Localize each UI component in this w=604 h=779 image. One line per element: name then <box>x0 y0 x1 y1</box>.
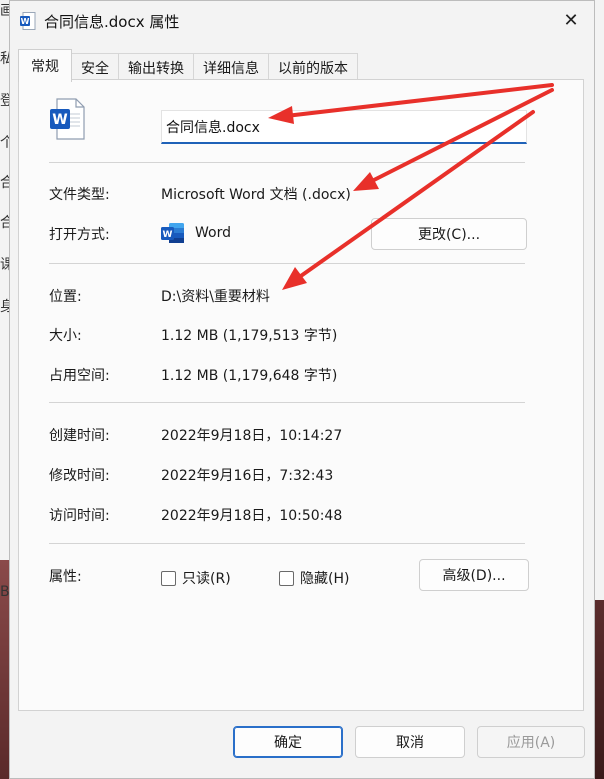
readonly-checkbox[interactable]: 只读(R) <box>161 568 231 588</box>
accessed-value: 2022年9月18日，10:50:48 <box>161 508 343 524</box>
tab-details[interactable]: 详细信息 <box>193 53 269 82</box>
attributes-label: 属性: <box>49 569 82 585</box>
close-icon: ✕ <box>563 9 579 31</box>
divider <box>49 162 525 163</box>
accessed-label: 访问时间: <box>49 508 110 524</box>
svg-text:W: W <box>21 17 30 26</box>
tab-general[interactable]: 常规 <box>18 49 72 82</box>
general-panel: W 文件类型: Microsoft Word 文档 (.docx) 打开方式: … <box>18 79 584 711</box>
divider <box>49 263 525 264</box>
created-value: 2022年9月18日，10:14:27 <box>161 428 343 444</box>
close-button[interactable]: ✕ <box>548 1 594 39</box>
size-label: 大小: <box>49 328 82 344</box>
background-right-strip <box>594 0 604 779</box>
word-document-icon: W <box>20 12 36 30</box>
apply-button[interactable]: 应用(A) <box>477 726 585 758</box>
tab-security[interactable]: 安全 <box>71 53 119 82</box>
svg-text:W: W <box>52 112 67 128</box>
cancel-button[interactable]: 取消 <box>355 726 465 758</box>
divider <box>49 543 525 544</box>
checkbox-box[interactable] <box>279 570 294 586</box>
word-app-icon: W <box>161 223 184 243</box>
advanced-button[interactable]: 高级(D)... <box>419 559 529 591</box>
hidden-checkbox-label: 隐藏(H) <box>300 571 350 587</box>
title-bar[interactable]: W 合同信息.docx 属性 ✕ <box>10 1 594 41</box>
hidden-checkbox[interactable]: 隐藏(H) <box>279 568 349 588</box>
created-label: 创建时间: <box>49 428 110 444</box>
readonly-checkbox-label: 只读(R) <box>182 571 231 587</box>
file-type-label: 文件类型: <box>49 187 110 203</box>
disk-size-label: 占用空间: <box>49 368 110 384</box>
divider <box>49 402 525 403</box>
modified-value: 2022年9月16日，7:32:43 <box>161 468 334 484</box>
word-document-icon: W <box>50 98 85 140</box>
svg-text:W: W <box>163 230 173 240</box>
checkbox-box[interactable] <box>161 570 176 586</box>
open-with-label: 打开方式: <box>49 227 110 243</box>
file-name-input[interactable] <box>161 110 527 144</box>
ok-button[interactable]: 确定 <box>233 726 343 758</box>
size-value: 1.12 MB (1,179,513 字节) <box>161 328 338 344</box>
modified-label: 修改时间: <box>49 468 110 484</box>
properties-dialog: W 合同信息.docx 属性 ✕ 常规 安全 输出转换 详细信息 以前的版本 W… <box>9 0 595 779</box>
change-button[interactable]: 更改(C)... <box>371 218 527 250</box>
dialog-title: 合同信息.docx 属性 <box>44 13 180 31</box>
tab-output-conversion[interactable]: 输出转换 <box>118 53 194 82</box>
open-with-app-name: Word <box>195 225 231 241</box>
tab-previous-versions[interactable]: 以前的版本 <box>268 53 358 82</box>
tab-strip: 常规 安全 输出转换 详细信息 以前的版本 <box>18 49 358 82</box>
location-label: 位置: <box>49 289 82 305</box>
open-with-value: W Word <box>161 222 231 244</box>
location-value: D:\资料\重要材料 <box>161 289 270 305</box>
disk-size-value: 1.12 MB (1,179,648 字节) <box>161 368 338 384</box>
file-type-value: Microsoft Word 文档 (.docx) <box>161 187 351 203</box>
